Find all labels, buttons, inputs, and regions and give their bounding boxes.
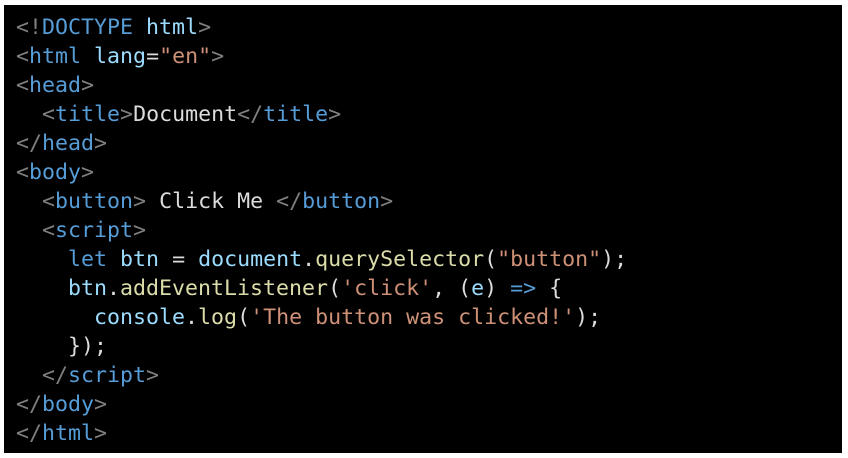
text-token: .	[107, 276, 121, 301]
identifier-token: document	[198, 247, 303, 272]
punctuation-token: </	[16, 421, 43, 446]
code-line: console.log('The button was clicked!');	[16, 303, 627, 332]
identifier-token: btn	[68, 276, 108, 301]
punctuation-token: <!	[16, 15, 43, 40]
code-line: <body>	[16, 158, 627, 187]
string-token: 'click'	[341, 276, 433, 301]
identifier-token: console	[94, 305, 186, 330]
code-line: </html>	[16, 419, 627, 448]
punctuation-token: >	[81, 160, 95, 185]
keyword-token: let	[68, 247, 108, 272]
code-line: <button> Click Me </button>	[16, 187, 627, 216]
punctuation-token: >	[380, 189, 394, 214]
tag-name-token: head	[42, 131, 95, 156]
string-token: "en"	[159, 44, 212, 69]
tag-name-token: html	[42, 421, 95, 446]
text-token: (	[237, 305, 251, 330]
code-line: </body>	[16, 390, 627, 419]
text-token: );	[601, 247, 628, 272]
tag-name-token: body	[29, 160, 82, 185]
text-token: )	[484, 276, 511, 301]
text-token: =	[159, 247, 199, 272]
function-name-token: addEventListener	[120, 276, 329, 301]
code-line: let btn = document.querySelector("button…	[16, 245, 627, 274]
punctuation-token: >	[133, 218, 147, 243]
punctuation-token: <	[16, 160, 30, 185]
punctuation-token: >	[211, 44, 225, 69]
code-block: <!DOCTYPE html> <html lang="en"> <head> <t…	[4, 5, 842, 453]
text-token: (	[484, 247, 498, 272]
punctuation-token: >	[198, 15, 212, 40]
text-token: =	[146, 44, 160, 69]
punctuation-token: <	[16, 44, 30, 69]
tag-name-token: script	[68, 363, 147, 388]
identifier-token: e	[471, 276, 485, 301]
punctuation-token: >	[94, 421, 108, 446]
text-token: (	[328, 276, 342, 301]
function-name-token: log	[198, 305, 238, 330]
code-line: <script>	[16, 216, 627, 245]
tag-name-token: button	[55, 189, 134, 214]
code-line: <!DOCTYPE html>	[16, 13, 627, 42]
code-line: btn.addEventListener('click', (e) => {	[16, 274, 627, 303]
tag-name-token: title	[55, 102, 121, 127]
text-token: });	[16, 334, 108, 359]
code-line: <head>	[16, 71, 627, 100]
text-token: , (	[432, 276, 472, 301]
punctuation-token: >	[94, 131, 108, 156]
attribute-token: lang	[94, 44, 147, 69]
punctuation-token: >	[328, 102, 342, 127]
tag-name-token: body	[42, 392, 95, 417]
attribute-token: html	[146, 15, 199, 40]
punctuation-token: </	[16, 131, 43, 156]
punctuation-token: >	[120, 102, 134, 127]
text-token: .	[185, 305, 199, 330]
text-token: Click Me	[146, 189, 277, 214]
text-token: Document	[133, 102, 238, 127]
punctuation-token: <	[42, 218, 56, 243]
text-token: );	[575, 305, 602, 330]
tag-name-token: DOCTYPE	[42, 15, 134, 40]
text-token: {	[536, 276, 563, 301]
code-line: <title>Document</title>	[16, 100, 627, 129]
punctuation-token: >	[94, 392, 108, 417]
tag-name-token: script	[55, 218, 134, 243]
code-content: <!DOCTYPE html> <html lang="en"> <head> <t…	[16, 13, 627, 448]
punctuation-token: <	[42, 102, 56, 127]
text-token: .	[302, 247, 316, 272]
code-line: });	[16, 332, 627, 361]
punctuation-token: </	[237, 102, 264, 127]
tag-name-token: title	[263, 102, 329, 127]
punctuation-token: <	[16, 73, 30, 98]
string-token: 'The button was clicked!'	[250, 305, 576, 330]
string-token: "button"	[497, 247, 602, 272]
keyword-token: =>	[510, 276, 537, 301]
identifier-token: btn	[120, 247, 160, 272]
tag-name-token: button	[302, 189, 381, 214]
code-line: </head>	[16, 129, 627, 158]
punctuation-token: >	[81, 73, 95, 98]
punctuation-token: >	[146, 363, 160, 388]
code-line: </script>	[16, 361, 627, 390]
tag-name-token: html	[29, 44, 82, 69]
punctuation-token: </	[42, 363, 69, 388]
punctuation-token: </	[276, 189, 303, 214]
punctuation-token: </	[16, 392, 43, 417]
function-name-token: querySelector	[315, 247, 485, 272]
punctuation-token: <	[42, 189, 56, 214]
code-line: <html lang="en">	[16, 42, 627, 71]
tag-name-token: head	[29, 73, 82, 98]
punctuation-token: >	[133, 189, 147, 214]
